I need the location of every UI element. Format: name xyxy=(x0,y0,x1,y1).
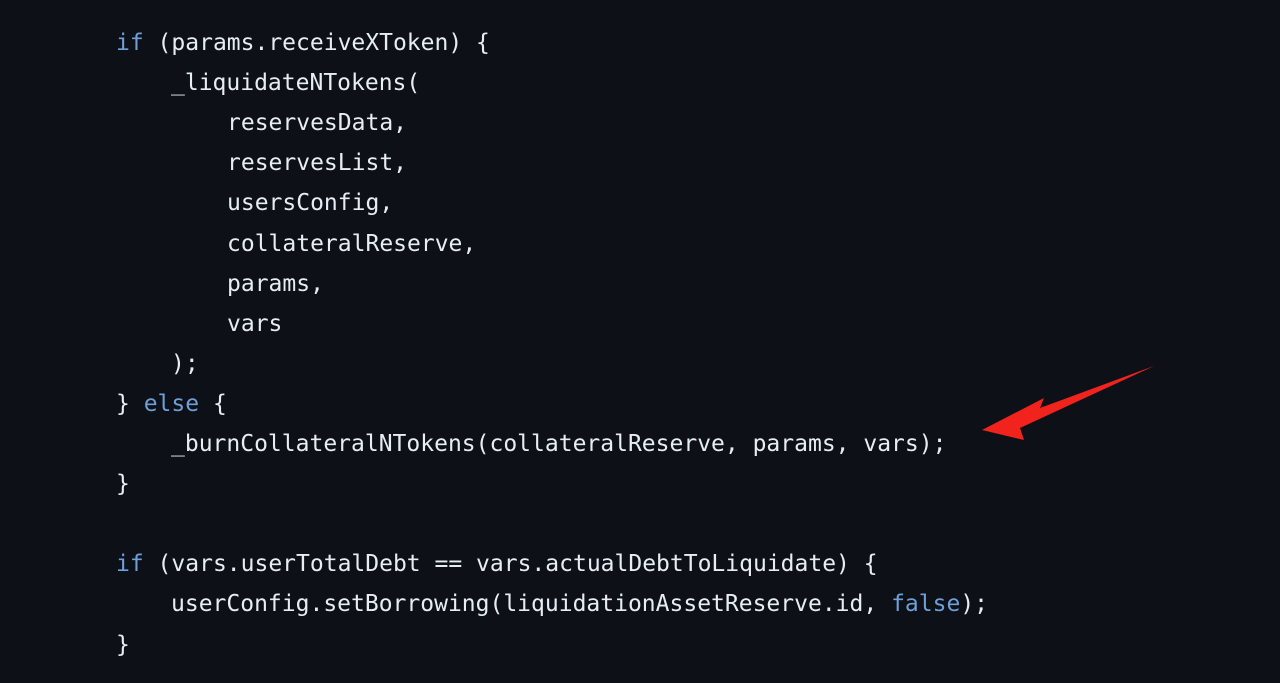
code-line: params, xyxy=(227,264,324,304)
code-keyword: if xyxy=(116,30,144,56)
code-token: ); xyxy=(171,350,199,377)
code-line: } else { xyxy=(116,384,227,424)
code-line: reservesData, xyxy=(227,103,407,143)
code-view: if (params.receiveXToken) { _liquidateNTo… xyxy=(0,0,1280,683)
code-keyword: false xyxy=(891,591,961,618)
code-token: (vars.userTotalDebt == vars.actualDebtTo… xyxy=(143,551,878,578)
code-line: ); xyxy=(171,344,199,384)
code-line: } xyxy=(116,625,130,665)
code-line: if (params.receiveXToken) { xyxy=(116,23,490,63)
code-token: collateralReserve, xyxy=(227,230,477,257)
code-line: collateralReserve, xyxy=(227,224,476,264)
code-token: reservesData, xyxy=(227,110,408,137)
code-token: } xyxy=(116,390,144,417)
code-token: (params.receiveXToken) { xyxy=(143,30,490,56)
code-token: params, xyxy=(227,270,324,297)
code-keyword: if xyxy=(116,551,144,578)
code-token: reservesList, xyxy=(227,150,408,177)
code-line: if (vars.userTotalDebt == vars.actualDeb… xyxy=(116,544,878,584)
code-token: ); xyxy=(960,591,989,618)
code-keyword: else xyxy=(143,390,200,417)
code-line: reservesList, xyxy=(227,143,407,183)
code-line: usersConfig, xyxy=(227,183,393,223)
code-token: _burnCollateralNTokens(collateralReserve… xyxy=(171,431,947,457)
code-line: } xyxy=(116,464,130,504)
code-token: userConfig.setBorrowing(liquidationAsset… xyxy=(171,591,892,618)
code-token: _liquidateNTokens( xyxy=(171,70,421,97)
code-token: } xyxy=(116,631,130,658)
code-token: usersConfig, xyxy=(227,190,394,217)
code-token: vars xyxy=(227,310,283,337)
code-line: vars xyxy=(227,304,282,344)
code-token: { xyxy=(199,390,227,417)
code-line: userConfig.setBorrowing(liquidationAsset… xyxy=(171,584,988,624)
code-line: _liquidateNTokens( xyxy=(171,63,420,103)
code-line: _burnCollateralNTokens(collateralReserve… xyxy=(171,424,946,464)
code-token: } xyxy=(116,471,130,498)
